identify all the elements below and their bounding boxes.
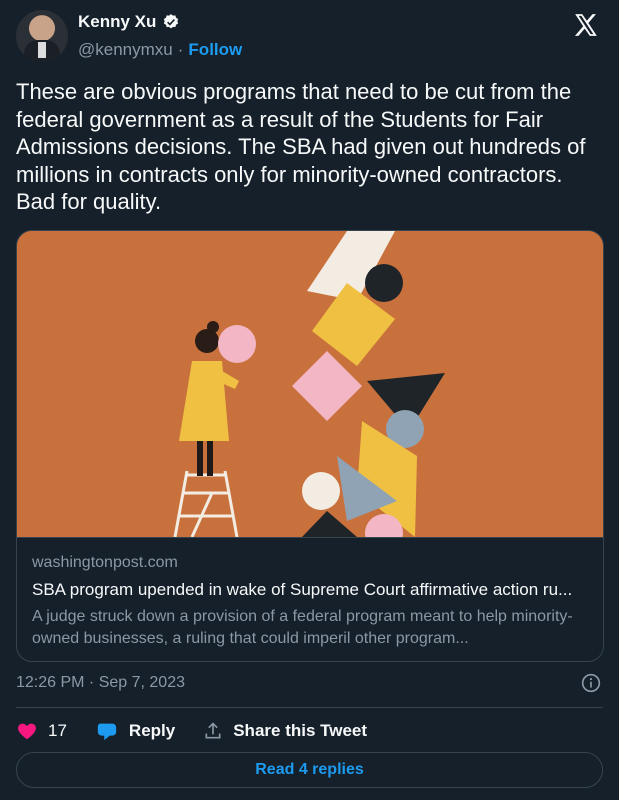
author-name[interactable]: Kenny Xu [78,12,156,32]
divider [16,707,603,708]
link-description: A judge struck down a provision of a fed… [32,608,573,647]
link-title[interactable]: SBA program upended in wake of Supreme C… [32,580,592,600]
link-card[interactable]: washingtonpost.com SBA program upended i… [16,230,604,662]
like-button[interactable]: 17 [16,720,67,742]
reply-bubble-icon [97,723,117,741]
tweet-text: These are obvious programs that need to … [16,79,586,214]
handle-row: @kennymxu · Follow [78,40,242,60]
article-illustration [17,231,603,537]
heart-icon [18,723,36,740]
tweet-header: Kenny Xu @kennymxu · Follow [16,10,603,66]
reply-button[interactable]: Reply [95,720,175,742]
avatar[interactable] [16,10,68,62]
verified-badge-icon [164,14,179,29]
reply-label: Reply [128,721,176,740]
share-icon [205,722,221,739]
separator-dot: · [177,40,184,59]
share-button[interactable]: Share this Tweet [203,720,367,742]
x-logo-icon[interactable] [573,12,599,38]
action-bar: 17 Reply Share this Tweet [16,718,395,744]
read-replies-button[interactable]: Read 4 replies [16,752,603,788]
like-count: 17 [48,721,67,740]
tweet-timestamp[interactable]: 12:26 PM · Sep 7, 2023 [16,674,185,692]
author-handle[interactable]: @kennymxu [78,40,173,60]
author-name-row: Kenny Xu [78,12,180,32]
follow-button[interactable]: Follow [188,40,242,60]
link-card-meta[interactable]: washingtonpost.com SBA program upended i… [17,537,603,661]
info-icon[interactable] [581,673,601,693]
share-label: Share this Tweet [233,721,368,740]
link-domain: washingtonpost.com [32,554,178,571]
